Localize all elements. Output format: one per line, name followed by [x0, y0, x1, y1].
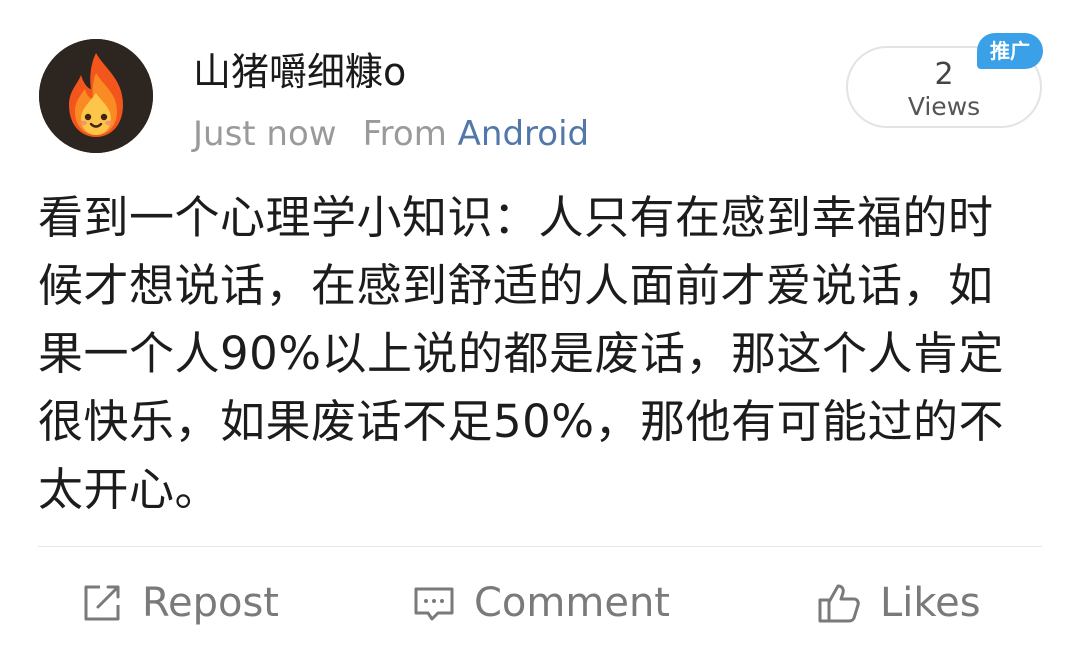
- comment-button[interactable]: Comment: [412, 574, 670, 632]
- repost-label: Repost: [142, 580, 279, 626]
- repost-icon: [80, 581, 124, 625]
- post-card: 山猪嚼细糠o Just now From Android 2 Views 推广 看…: [0, 0, 1080, 651]
- thumbs-up-icon: [816, 580, 862, 626]
- comment-label: Comment: [474, 580, 670, 626]
- likes-label: Likes: [880, 580, 981, 626]
- post-meta: Just now From Android: [193, 112, 589, 156]
- avatar[interactable]: [39, 39, 153, 153]
- promo-badge[interactable]: 推广: [977, 33, 1043, 69]
- source-app-link[interactable]: Android: [458, 114, 589, 154]
- post-content: 看到一个心理学小知识：人只有在感到幸福的时候才想说话，在感到舒适的人面前才爱说话…: [38, 191, 1005, 516]
- username[interactable]: 山猪嚼细糠o: [193, 48, 406, 96]
- repost-button[interactable]: Repost: [80, 574, 279, 632]
- comment-icon: [412, 581, 456, 625]
- post-time: Just now: [193, 114, 337, 154]
- views-label: Views: [907, 92, 981, 121]
- divider: [38, 546, 1042, 547]
- likes-button[interactable]: Likes: [816, 574, 981, 632]
- flame-character-icon: [39, 39, 153, 153]
- source-prefix: From: [362, 114, 447, 154]
